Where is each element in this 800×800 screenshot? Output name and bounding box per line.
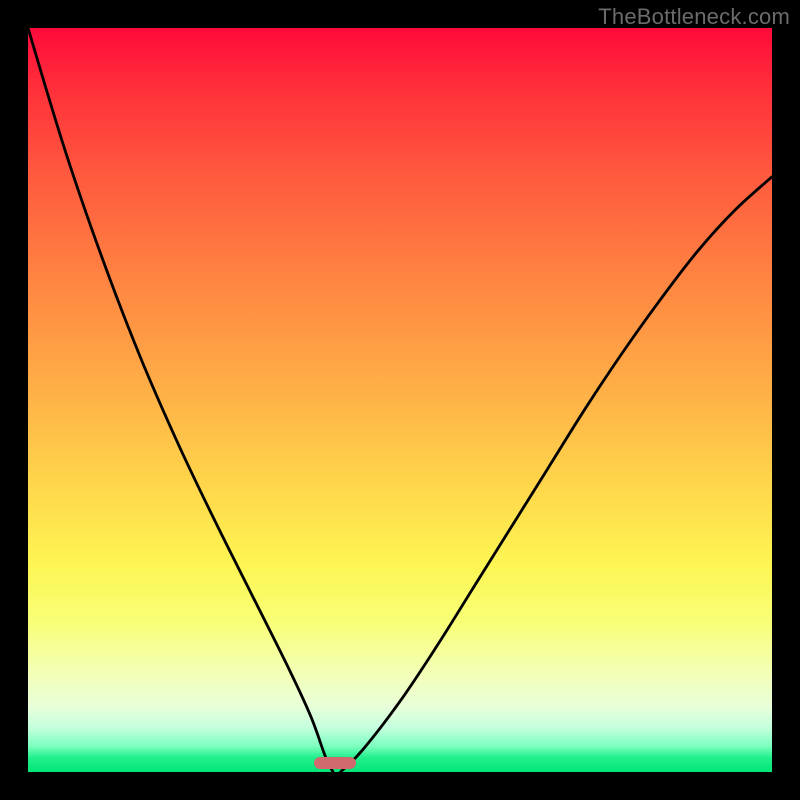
cusp-marker bbox=[314, 757, 356, 769]
curve-layer bbox=[28, 28, 772, 772]
outer-frame: TheBottleneck.com bbox=[0, 0, 800, 800]
watermark-text: TheBottleneck.com bbox=[598, 4, 790, 30]
plot-area bbox=[28, 28, 772, 772]
curve-left-branch bbox=[28, 28, 333, 772]
curve-right-branch bbox=[340, 177, 772, 772]
